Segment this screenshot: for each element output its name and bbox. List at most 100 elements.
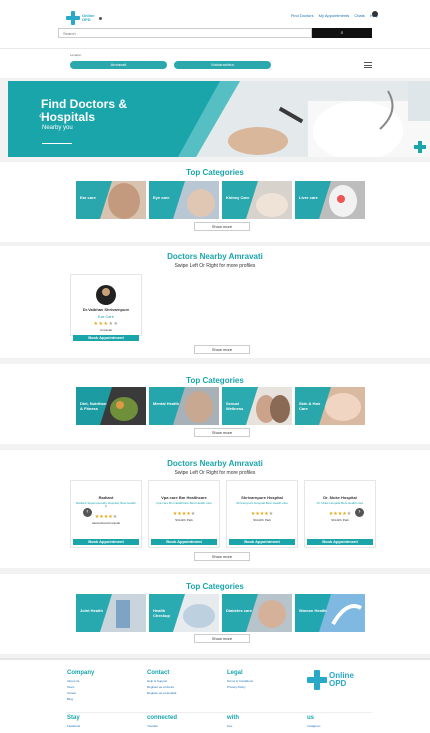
nav-my-appointments[interactable]: My Appointments (319, 13, 350, 18)
category-label: Joint Health (80, 608, 103, 613)
doctor-card[interactable]: Dr.Vaibhav Shrivarnpure Ear Care ★★★★★ A… (70, 274, 142, 341)
category-tile-health-checkup[interactable]: Health Checkup (149, 594, 219, 632)
hospital-name: Radiant (98, 495, 114, 500)
footer-heading: Contact (147, 670, 170, 676)
top-categories-section-1: Top Categories Ear care Eye care Kidney … (0, 162, 430, 242)
footer-link-youtube[interactable]: Youtube (147, 724, 177, 728)
category-tile-diet-nutrition-fitness[interactable]: Diet, Nutrition & Fitness (76, 387, 146, 425)
show-more-button[interactable]: Show more (194, 634, 250, 643)
hospital-location: Shivtirth Park (175, 518, 193, 522)
location-bar: Location Amravati Maharashtra (0, 48, 430, 78)
footer-heading: Company (67, 670, 95, 676)
section-subtitle: Swipe Left Or Right for more profiles (174, 470, 256, 476)
footer-logo[interactable]: Online OPD (307, 670, 354, 690)
hospital-description: Dr. Muke Hospital Best Health care (316, 501, 364, 505)
medical-cross-icon (66, 11, 80, 25)
category-tile-skin-hair-care[interactable]: Skin & Hair Care (295, 387, 365, 425)
hospital-location: Shivtirth Park (253, 518, 271, 522)
category-label: Women Health (299, 608, 327, 613)
chevron-left-icon[interactable]: ‹ (83, 508, 92, 517)
category-label: Eye care (153, 195, 170, 200)
logo[interactable]: Online OPD (66, 11, 103, 25)
footer-link-register-doctor[interactable]: Register as a Doctor (147, 685, 176, 689)
star-icon: ★ (190, 511, 196, 517)
logo-text-line2: OPD (82, 17, 91, 22)
show-more-button[interactable]: Show more (194, 222, 250, 231)
category-tile-eye-care[interactable]: Eye care (149, 181, 219, 219)
category-tile-sexual-wellness[interactable]: Sexual Wellness (222, 387, 292, 425)
medical-cross-icon (307, 670, 327, 690)
footer-social-4: us Instagram (307, 715, 320, 730)
rating-stars: ★★★★★ (149, 511, 219, 517)
show-more-button[interactable]: Show more (194, 345, 250, 354)
category-label: Health Checkup (153, 608, 170, 618)
top-categories-section-3: Top Categories Joint Health Health Check… (0, 574, 430, 654)
rating-stars: ★★★★★ (227, 511, 297, 517)
hospital-card[interactable]: Shrivarnpure Hospital Shrivarnpure Hospi… (226, 480, 298, 548)
footer-link-terms[interactable]: Terms & Conditions (227, 679, 253, 683)
category-label: Diabetes care (226, 608, 253, 613)
section-title: Top Categories (186, 168, 244, 177)
footer-link-about[interactable]: About Us (67, 679, 94, 683)
footer-link-help[interactable]: Help & Support (147, 679, 176, 683)
state-selector[interactable]: Maharashtra (174, 61, 271, 69)
category-tile-women-health[interactable]: Women Health (295, 594, 365, 632)
section-title: Top Categories (186, 376, 244, 385)
nav-find-doctors[interactable]: Find Doctors (291, 13, 314, 18)
user-icon[interactable] (372, 11, 378, 17)
category-row: Joint Health Health Checkup Diabetes car… (76, 594, 365, 632)
book-appointment-button[interactable]: Book Appointment (151, 539, 217, 545)
star-icon: ★ (113, 321, 119, 327)
hero-underline (42, 143, 72, 144)
hospital-name: Dr. Muke Hospital (323, 495, 357, 500)
footer-link-instagram[interactable]: Instagram (307, 724, 320, 728)
star-icon: ★ (268, 511, 274, 517)
dot-icon (99, 16, 103, 20)
search-button[interactable]: ⌕ (312, 28, 372, 38)
hospital-name: Vpa care Bm Healthcare (161, 495, 207, 500)
footer-link-koo[interactable]: Koo (227, 724, 239, 728)
footer-link-privacy[interactable]: Privacy Policy (227, 685, 253, 689)
hospital-card[interactable]: Vpa care Bm Healthcare Vpa care Bm Healt… (148, 480, 220, 548)
footer-link-facebook[interactable]: Facebook (67, 724, 80, 728)
category-tile-mental-health[interactable]: Mental Health (149, 387, 219, 425)
book-appointment-button[interactable]: Book Appointment (73, 539, 139, 545)
book-appointment-button[interactable]: Book Appointment (73, 335, 139, 341)
category-row: Diet, Nutrition & Fitness Mental Health … (76, 387, 365, 425)
footer-heading: us (307, 715, 315, 721)
medical-cross-icon (414, 141, 426, 153)
footer-link-register-hospital[interactable]: Register as a Hospital (147, 691, 176, 695)
hospital-card[interactable]: Radiant Radiant Superspecialty Hospital,… (70, 480, 142, 548)
footer-heading: Legal (227, 670, 243, 676)
category-tile-ear-care[interactable]: Ear care (76, 181, 146, 219)
section-title: Top Categories (186, 582, 244, 591)
footer-link-team[interactable]: Team (67, 685, 94, 689)
chevron-right-icon[interactable]: › (355, 508, 364, 517)
hospital-card[interactable]: Dr. Muke Hospital Dr. Muke Hospital Best… (304, 480, 376, 548)
footer-link-blog[interactable]: Blog (67, 697, 94, 701)
category-tile-diabetes-care[interactable]: Diabetes care (222, 594, 292, 632)
hospital-location: Shivtirth Park (331, 518, 349, 522)
footer-legal: Legal Terms & Conditions Privacy Policy (227, 670, 253, 691)
footer-link-career[interactable]: Career (67, 691, 94, 695)
city-selector[interactable]: Amravati (70, 61, 167, 69)
hospital-location: Akola Road Amravati (91, 521, 120, 525)
show-more-button[interactable]: Show more (194, 552, 250, 561)
footer-company: Company About Us Team Career Blog (67, 670, 94, 703)
footer-contact: Contact Help & Support Register as a Doc… (147, 670, 176, 697)
hospitals-nearby-section: Doctors Nearby Amravati Swipe Left Or Ri… (0, 450, 430, 568)
book-appointment-button[interactable]: Book Appointment (307, 539, 373, 545)
rating-stars: ★★★★★ (71, 514, 141, 520)
filter-icon[interactable] (364, 62, 372, 68)
hero-title: Find Doctors & Hospitals (41, 97, 127, 124)
top-nav: Find Doctors My Appointments Chats Help (291, 13, 378, 18)
book-appointment-button[interactable]: Book Appointment (229, 539, 295, 545)
search-icon: ⌕ (340, 30, 344, 36)
category-tile-joint-health[interactable]: Joint Health (76, 594, 146, 632)
nav-chats[interactable]: Chats (354, 13, 364, 18)
category-tile-kidney-care[interactable]: Kidney Care (222, 181, 292, 219)
hospital-description: Vpa care Bm Healthcare Best Health care (156, 501, 212, 505)
search-input[interactable] (58, 28, 312, 38)
show-more-button[interactable]: Show more (194, 428, 250, 437)
category-tile-liver-care[interactable]: Liver care (295, 181, 365, 219)
